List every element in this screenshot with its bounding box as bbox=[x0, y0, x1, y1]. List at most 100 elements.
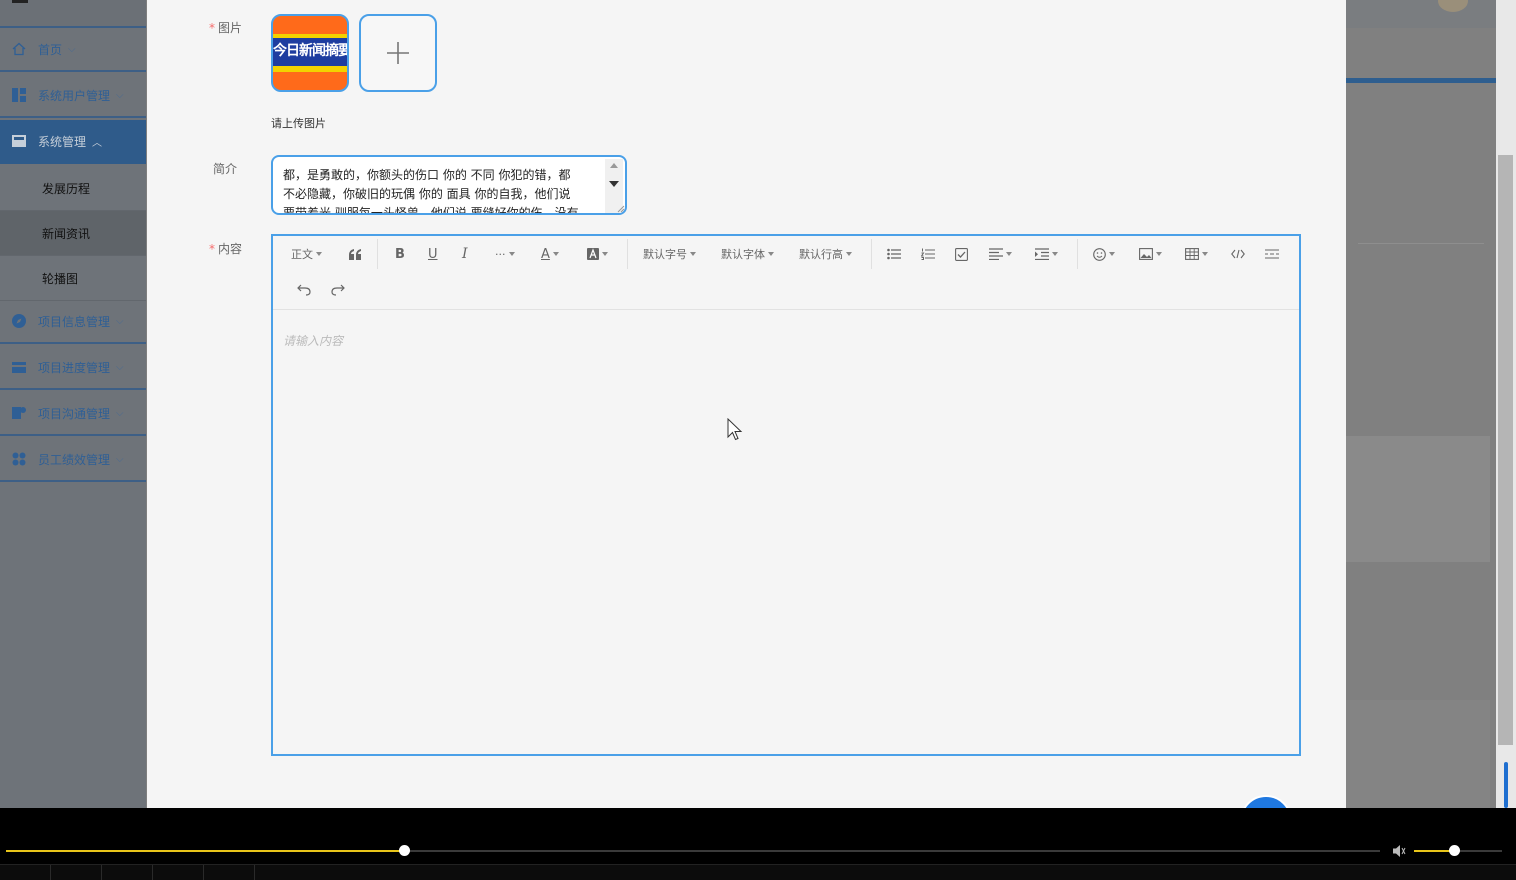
underline-icon: U bbox=[428, 246, 438, 262]
italic-button[interactable]: I bbox=[462, 236, 468, 272]
undo-button[interactable] bbox=[297, 272, 311, 308]
avatar[interactable] bbox=[1438, 0, 1468, 12]
table-icon bbox=[1185, 248, 1199, 260]
thumbnail-text: 今日新闻摘要 bbox=[273, 43, 349, 59]
caret-down-icon bbox=[1052, 252, 1058, 256]
quote-button[interactable] bbox=[349, 236, 362, 272]
volume-level bbox=[1414, 850, 1454, 852]
sidebar-item-project-info[interactable]: 项目信息管理 ⌵ bbox=[0, 300, 146, 344]
sidebar-header bbox=[0, 0, 146, 28]
background-color-dropdown[interactable] bbox=[587, 236, 608, 272]
paragraph-dropdown[interactable]: 正文 bbox=[291, 236, 322, 272]
editor-content-area[interactable] bbox=[273, 311, 1299, 754]
paragraph-dropdown-label: 正文 bbox=[291, 248, 313, 261]
table-dropdown[interactable] bbox=[1185, 236, 1208, 272]
caret-down-icon bbox=[1006, 252, 1012, 256]
seek-handle[interactable] bbox=[399, 845, 411, 856]
emoji-dropdown[interactable] bbox=[1093, 236, 1115, 272]
font-color-dropdown[interactable]: A bbox=[541, 236, 559, 272]
line-height-dropdown[interactable]: 默认行高 bbox=[799, 236, 852, 272]
resize-grip-icon[interactable] bbox=[615, 203, 625, 213]
taskbar-slot[interactable] bbox=[51, 865, 102, 880]
bulleted-list-button[interactable] bbox=[887, 236, 901, 272]
taskbar-slot[interactable] bbox=[0, 865, 51, 880]
indent-dropdown[interactable] bbox=[1035, 236, 1058, 272]
caret-down-icon bbox=[508, 252, 515, 256]
video-player-controls bbox=[0, 808, 1516, 880]
chevron-down-icon: ⌵ bbox=[116, 89, 124, 101]
floating-action-button[interactable] bbox=[1240, 795, 1292, 808]
caret-down-icon bbox=[846, 252, 852, 256]
divider-button[interactable] bbox=[1265, 236, 1279, 272]
sidebar-item-project-progress[interactable]: 项目进度管理 ⌵ bbox=[0, 346, 146, 390]
scrollbar-thumb[interactable] bbox=[1498, 155, 1513, 745]
sidebar-item-system-management[interactable]: 系统管理 ︿ bbox=[0, 120, 146, 164]
menu-toggle-icon[interactable] bbox=[12, 0, 28, 3]
sidebar-item-label: 项目沟通管理 bbox=[38, 406, 111, 421]
volume-handle[interactable] bbox=[1448, 845, 1460, 856]
uploaded-image-thumbnail[interactable]: 今日新闻摘要 bbox=[271, 14, 349, 92]
font-color-icon: A bbox=[541, 246, 550, 262]
emoji-icon bbox=[1093, 247, 1106, 261]
grid-icon bbox=[12, 452, 26, 466]
underline-button[interactable]: U bbox=[428, 236, 438, 272]
todo-button[interactable] bbox=[955, 236, 968, 272]
chat-icon bbox=[12, 406, 26, 420]
toolbar-divider bbox=[377, 239, 378, 269]
scroll-down-icon[interactable] bbox=[609, 181, 619, 187]
code-button[interactable] bbox=[1231, 236, 1245, 272]
caret-down-icon bbox=[552, 252, 559, 256]
sidebar-item-label: 员工绩效管理 bbox=[38, 452, 111, 467]
sidebar-subitem-label: 发展历程 bbox=[42, 181, 91, 196]
sidebar-item-system-users[interactable]: 系统用户管理 ⌵ bbox=[0, 74, 146, 118]
caret-down-icon bbox=[316, 252, 322, 256]
sidebar-item-home[interactable]: 首页 ⌵ bbox=[0, 28, 146, 72]
scroll-up-icon[interactable] bbox=[610, 163, 618, 168]
font-family-dropdown[interactable]: 默认字体 bbox=[721, 236, 774, 272]
taskbar-slot[interactable] bbox=[102, 865, 153, 880]
caret-down-icon bbox=[1109, 252, 1115, 256]
content-label-text: 内容 bbox=[218, 242, 243, 256]
tab-underline bbox=[1346, 78, 1496, 83]
sidebar-subitem-carousel[interactable]: 轮播图 bbox=[0, 256, 146, 301]
taskbar-slot[interactable] bbox=[153, 865, 204, 880]
numbered-list-icon bbox=[921, 248, 935, 260]
image-dropdown[interactable] bbox=[1139, 236, 1162, 272]
seek-progress bbox=[6, 850, 405, 852]
volume-icon[interactable] bbox=[1392, 844, 1408, 858]
caret-down-icon bbox=[1202, 252, 1208, 256]
horizontal-rule-icon bbox=[1265, 249, 1279, 259]
caret-down-icon bbox=[768, 252, 774, 256]
chevron-down-icon: ⌵ bbox=[68, 43, 76, 55]
sidebar-subitem-label: 轮播图 bbox=[42, 271, 79, 286]
home-icon bbox=[12, 42, 26, 56]
more-styles-dropdown[interactable]: ··· bbox=[495, 236, 515, 272]
page-scrollbar[interactable] bbox=[1496, 0, 1516, 808]
taskbar-slot[interactable] bbox=[204, 865, 255, 880]
top-header bbox=[1346, 0, 1496, 28]
bold-button[interactable]: B bbox=[395, 236, 405, 272]
intro-textarea[interactable]: 都，是勇敢的，你额头的伤口 你的 不同 你犯的错，都 不必隐藏，你破旧的玩偶 你… bbox=[271, 155, 627, 215]
numbered-list-button[interactable] bbox=[921, 236, 935, 272]
font-size-dropdown[interactable]: 默认字号 bbox=[643, 236, 696, 272]
sidebar-item-staff-performance[interactable]: 员工绩效管理 ⌵ bbox=[0, 438, 146, 482]
sidebar-item-project-communication[interactable]: 项目沟通管理 ⌵ bbox=[0, 392, 146, 436]
sidebar-item-label: 项目信息管理 bbox=[38, 314, 111, 329]
align-dropdown[interactable] bbox=[989, 236, 1012, 272]
line-height-label: 默认行高 bbox=[799, 248, 843, 261]
redo-button[interactable] bbox=[331, 272, 345, 308]
upload-image-button[interactable] bbox=[359, 14, 437, 92]
sidebar-subitem-label: 新闻资讯 bbox=[42, 226, 91, 241]
image-label-text: 图片 bbox=[218, 21, 243, 35]
sidebar-subitem-history[interactable]: 发展历程 bbox=[0, 166, 146, 211]
intro-line: 要带着光 驯服每一头怪兽，他们说 要缝好你的伤，没有 bbox=[283, 206, 579, 215]
sidebar-subitem-news[interactable]: 新闻资讯 bbox=[0, 211, 146, 256]
compass-icon bbox=[12, 314, 26, 328]
background-panel bbox=[1346, 436, 1490, 562]
edit-news-dialog: * 图片 今日新闻摘要 请上传图片 简介 都，是勇敢的，你额头的伤口 你的 不同 … bbox=[147, 0, 1346, 808]
toolbar-divider bbox=[871, 239, 872, 269]
sidebar-item-label: 系统用户管理 bbox=[38, 88, 111, 103]
sidebar-item-label: 项目进度管理 bbox=[38, 360, 111, 375]
content-field-label: * 内容 bbox=[209, 240, 242, 257]
required-mark: * bbox=[209, 242, 215, 256]
